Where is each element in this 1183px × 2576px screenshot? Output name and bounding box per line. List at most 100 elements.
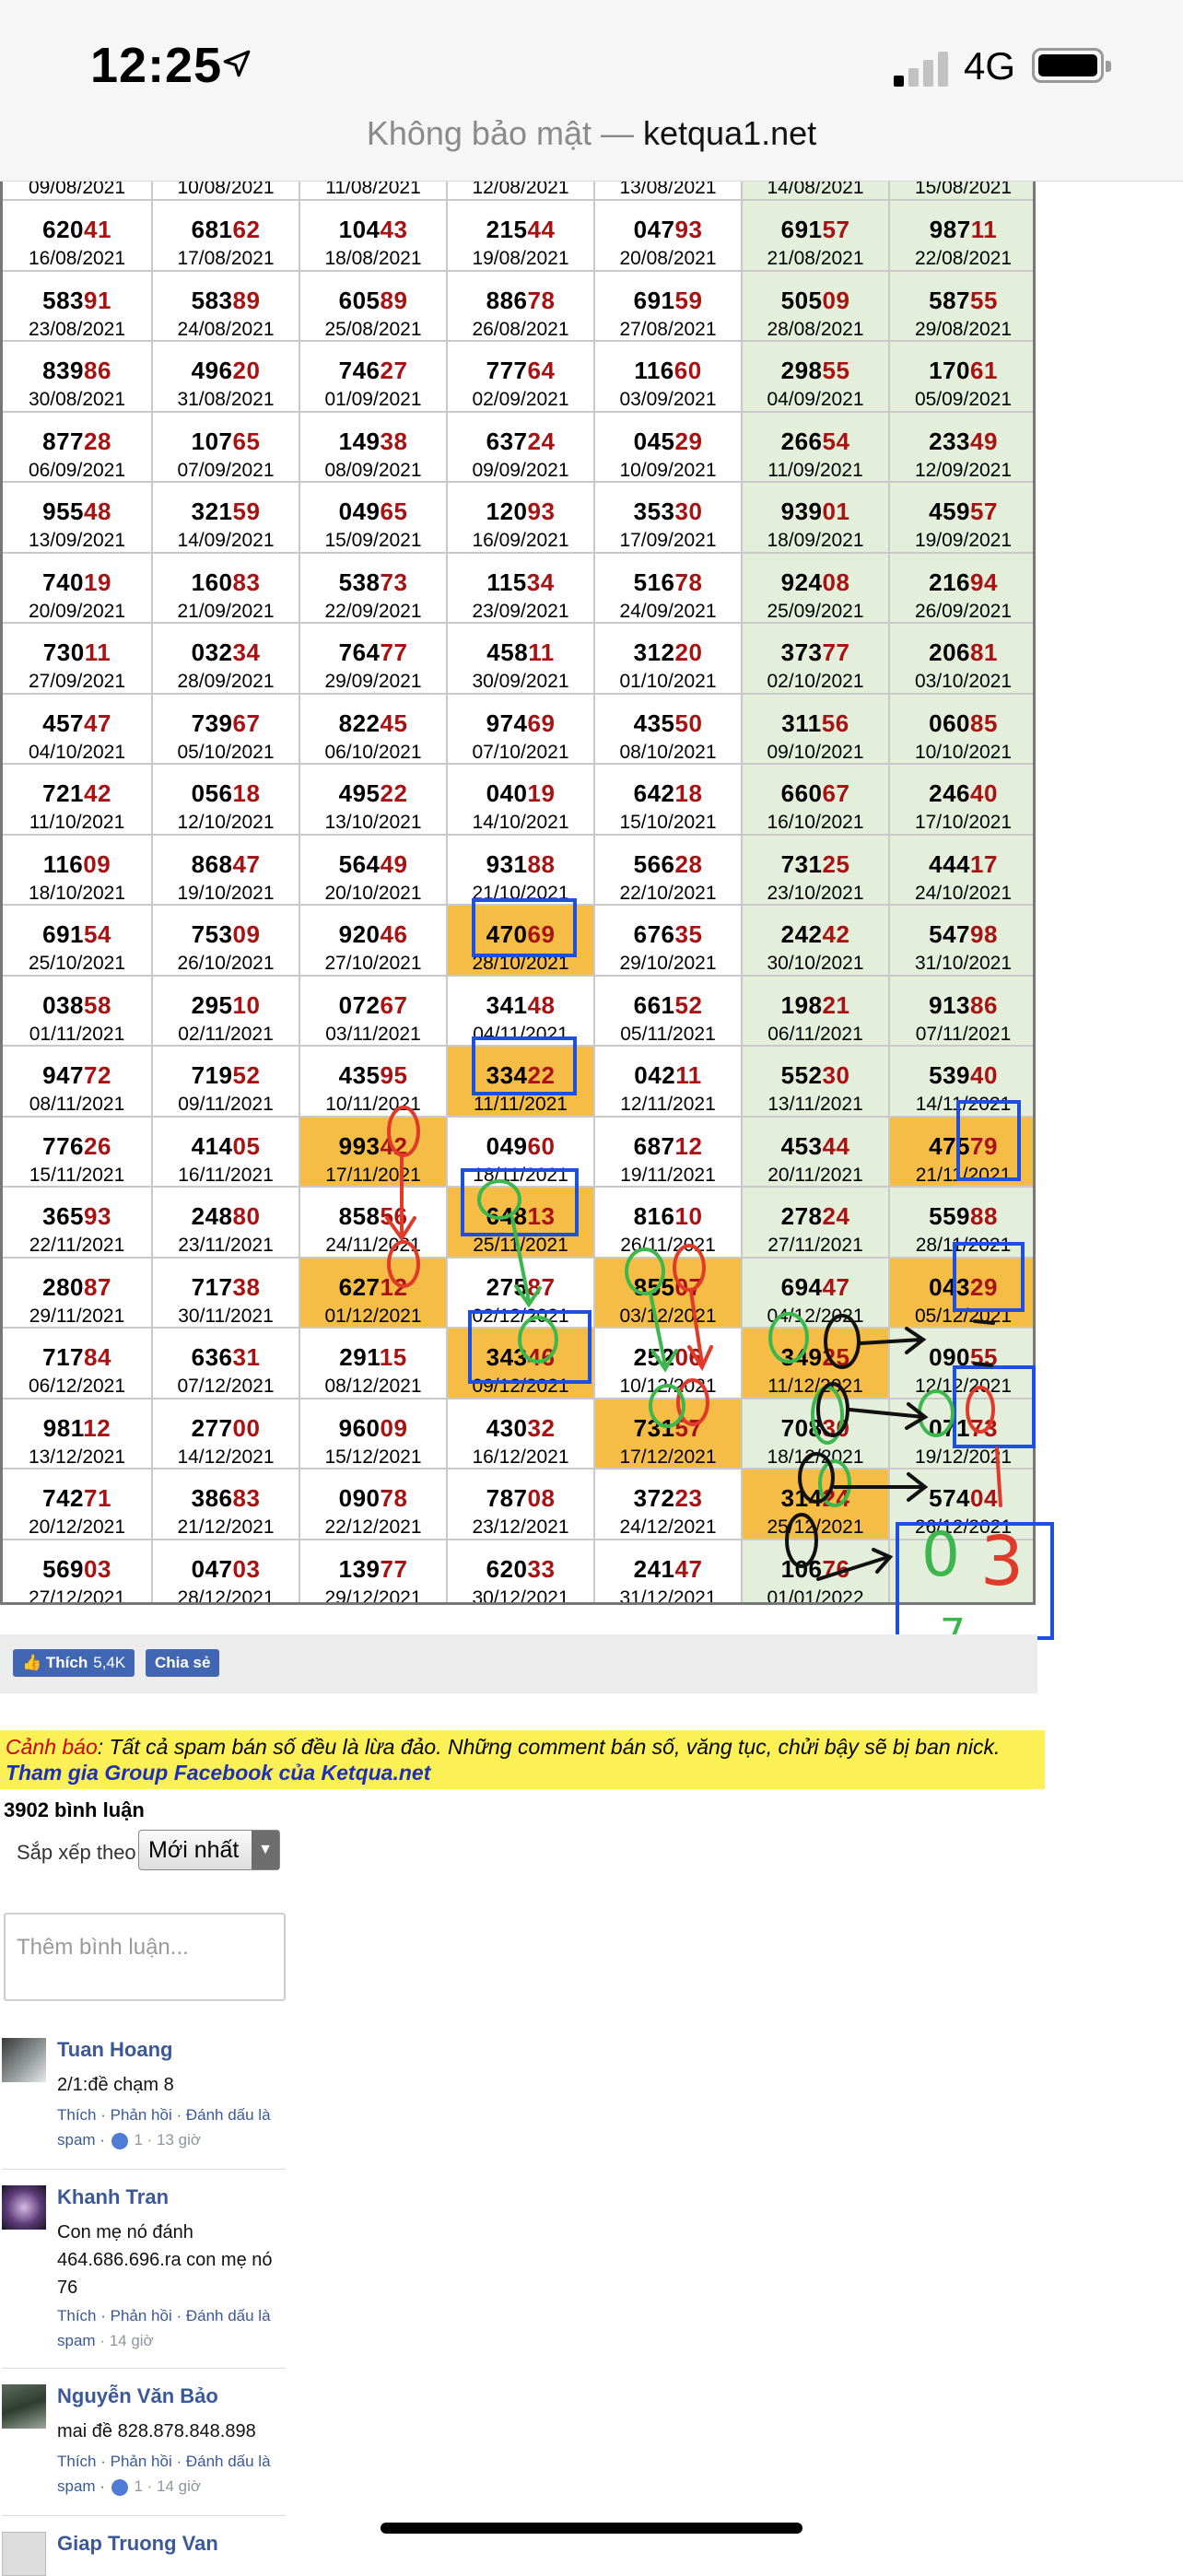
result-number: 29855 xyxy=(780,357,850,384)
result-date: 30/10/2021 xyxy=(767,953,864,974)
result-number: 78708 xyxy=(486,1484,556,1512)
comment-text: Con mẹ nó đánh 464.686.696.ra con mẹ nó … xyxy=(57,2222,273,2298)
result-number: 14938 xyxy=(338,427,408,455)
result-number: 34925 xyxy=(780,1343,850,1371)
result-cell: 62033 30/12/2021 xyxy=(448,1540,595,1602)
result-cell: 56903 27/12/2021 xyxy=(3,1540,153,1602)
comment-author[interactable]: Khanh Tran xyxy=(57,2185,169,2209)
result-cell: 09055 12/12/2021 xyxy=(890,1329,1033,1399)
facebook-like-button[interactable]: 👍 Thích 5,4K xyxy=(13,1649,135,1677)
result-cell: 33422 11/11/2021 xyxy=(448,1047,595,1118)
result-date: 21/11/2021 xyxy=(915,1164,1012,1186)
facebook-group-link[interactable]: Tham gia Group Facebook của Ketqua.net xyxy=(6,1760,1039,1786)
result-cell: 68712 19/11/2021 xyxy=(595,1117,743,1188)
result-number: 92408 xyxy=(780,568,850,596)
avatar[interactable] xyxy=(2,2038,46,2082)
result-date: 18/11/2021 xyxy=(473,1164,568,1186)
result-cell: 04960 18/11/2021 xyxy=(448,1117,595,1188)
result-date: 27/09/2021 xyxy=(28,671,126,692)
result-date: 28/08/2021 xyxy=(767,318,864,340)
result-cell: 10765 07/09/2021 xyxy=(153,412,300,483)
result-cell: 73011 27/09/2021 xyxy=(3,624,153,695)
warning-text: : Tất cả spam bán số đều là lừa đảo. Nhữ… xyxy=(97,1735,1001,1759)
result-cell: 27587 02/12/2021 xyxy=(448,1258,595,1329)
result-number: 94772 xyxy=(42,1061,111,1089)
result-date: 20/09/2021 xyxy=(28,600,126,622)
result-date: 08/11/2021 xyxy=(29,1094,125,1115)
result-date: 25/11/2021 xyxy=(473,1235,568,1256)
home-indicator[interactable] xyxy=(381,2523,802,2534)
comment-author[interactable]: Tuan Hoang xyxy=(57,2038,172,2062)
result-number: 29510 xyxy=(191,990,261,1019)
result-cell: 64813 25/11/2021 xyxy=(448,1188,595,1259)
result-number: 95548 xyxy=(42,498,111,525)
result-cell: 04703 28/12/2021 xyxy=(153,1540,300,1605)
sort-select[interactable]: Mới nhất ▼ xyxy=(138,1830,280,1870)
result-date: 10/12/2021 xyxy=(619,1376,717,1397)
result-cell: 04211 12/11/2021 xyxy=(595,1047,743,1118)
result-number: 43595 xyxy=(338,1061,408,1089)
result-date: 09/12/2021 xyxy=(472,1376,569,1397)
result-number: 62033 xyxy=(486,1554,556,1583)
result-date: 22/09/2021 xyxy=(324,600,422,622)
result-date: 21/08/2021 xyxy=(767,248,864,269)
comment-actions[interactable]: Thích · Phản hồi · Đánh dấu là spam · 14… xyxy=(57,2303,293,2353)
result-cell: 04019 14/10/2021 xyxy=(448,765,595,836)
avatar[interactable] xyxy=(2,2185,46,2230)
location-arrow-icon xyxy=(223,50,251,77)
result-number: 11534 xyxy=(486,568,555,596)
result-date: 30/09/2021 xyxy=(472,671,569,692)
result-date: 04/11/2021 xyxy=(473,1023,568,1045)
result-number: 21694 xyxy=(929,568,998,596)
avatar[interactable] xyxy=(2,2532,46,2576)
result-number: 07267 xyxy=(338,990,408,1019)
result-number: 85856 xyxy=(338,1202,408,1230)
result-date: 24/08/2021 xyxy=(177,318,275,340)
result-cell: 37223 24/12/2021 xyxy=(595,1469,743,1540)
result-number: 76477 xyxy=(338,638,408,666)
result-cell: 34148 04/11/2021 xyxy=(448,976,595,1047)
result-number: 93901 xyxy=(780,498,850,525)
result-number: 63724 xyxy=(486,427,556,455)
result-cell: 71952 09/11/2021 xyxy=(153,1047,300,1118)
comment-author[interactable]: Giap Truong Van xyxy=(57,2532,218,2556)
result-date: 23/10/2021 xyxy=(767,882,864,904)
result-cell: 03858 01/11/2021 xyxy=(3,976,153,1047)
result-date: 10/10/2021 xyxy=(914,741,1013,763)
avatar[interactable] xyxy=(2,2384,46,2429)
result-cell: 10676 01/01/2022 xyxy=(743,1540,890,1602)
result-cell: 81610 26/11/2021 xyxy=(595,1188,743,1259)
result-number: 66067 xyxy=(780,779,850,807)
result-cell: 68162 17/08/2021 xyxy=(153,201,300,272)
result-date: 23/11/2021 xyxy=(178,1235,274,1256)
result-date: 07/09/2021 xyxy=(177,459,275,481)
result-number: 68162 xyxy=(191,216,261,243)
result-date: 18/10/2021 xyxy=(28,882,126,904)
result-date: 04/10/2021 xyxy=(28,741,126,763)
result-date: 15/12/2021 xyxy=(324,1446,422,1468)
facebook-share-button[interactable]: Chia sẻ xyxy=(146,1649,220,1677)
result-cell: 69447 04/12/2021 xyxy=(743,1258,890,1329)
comment-author[interactable]: Nguyễn Văn Bảo xyxy=(57,2384,218,2408)
comment-input[interactable]: Thêm bình luận... xyxy=(4,1913,286,2001)
result-number: 74271 xyxy=(42,1484,111,1512)
result-cell: 87728 06/09/2021 xyxy=(3,412,153,483)
result-date: 22/11/2021 xyxy=(29,1235,125,1256)
result-date: 14/08/2021 xyxy=(767,181,864,198)
result-number: 34346 xyxy=(486,1343,556,1371)
result-cell: 77626 15/11/2021 xyxy=(3,1117,153,1188)
result-cell: 47069 28/10/2021 xyxy=(448,906,595,977)
result-date: 11/10/2021 xyxy=(29,812,125,833)
result-number: 38683 xyxy=(191,1484,261,1512)
result-date: 13/10/2021 xyxy=(324,812,422,833)
result-date: 28/12/2021 xyxy=(177,1587,275,1605)
result-date: 10/09/2021 xyxy=(619,459,717,481)
result-number: 29115 xyxy=(339,1343,407,1371)
result-date: 13/09/2021 xyxy=(28,530,126,551)
result-date: 23/12/2021 xyxy=(472,1516,569,1538)
result-cell-partial: 14/08/2021 xyxy=(743,181,890,201)
result-cell: 45747 04/10/2021 xyxy=(3,694,153,765)
address-bar[interactable]: Không bảo mật — ketqua1.net xyxy=(0,114,1183,153)
comment-actions[interactable]: Thích · Phản hồi · Đánh dấu là spam · 1 … xyxy=(57,2102,293,2152)
comment-actions[interactable]: Thích · Phản hồi · Đánh dấu là spam · 1 … xyxy=(57,2449,293,2499)
